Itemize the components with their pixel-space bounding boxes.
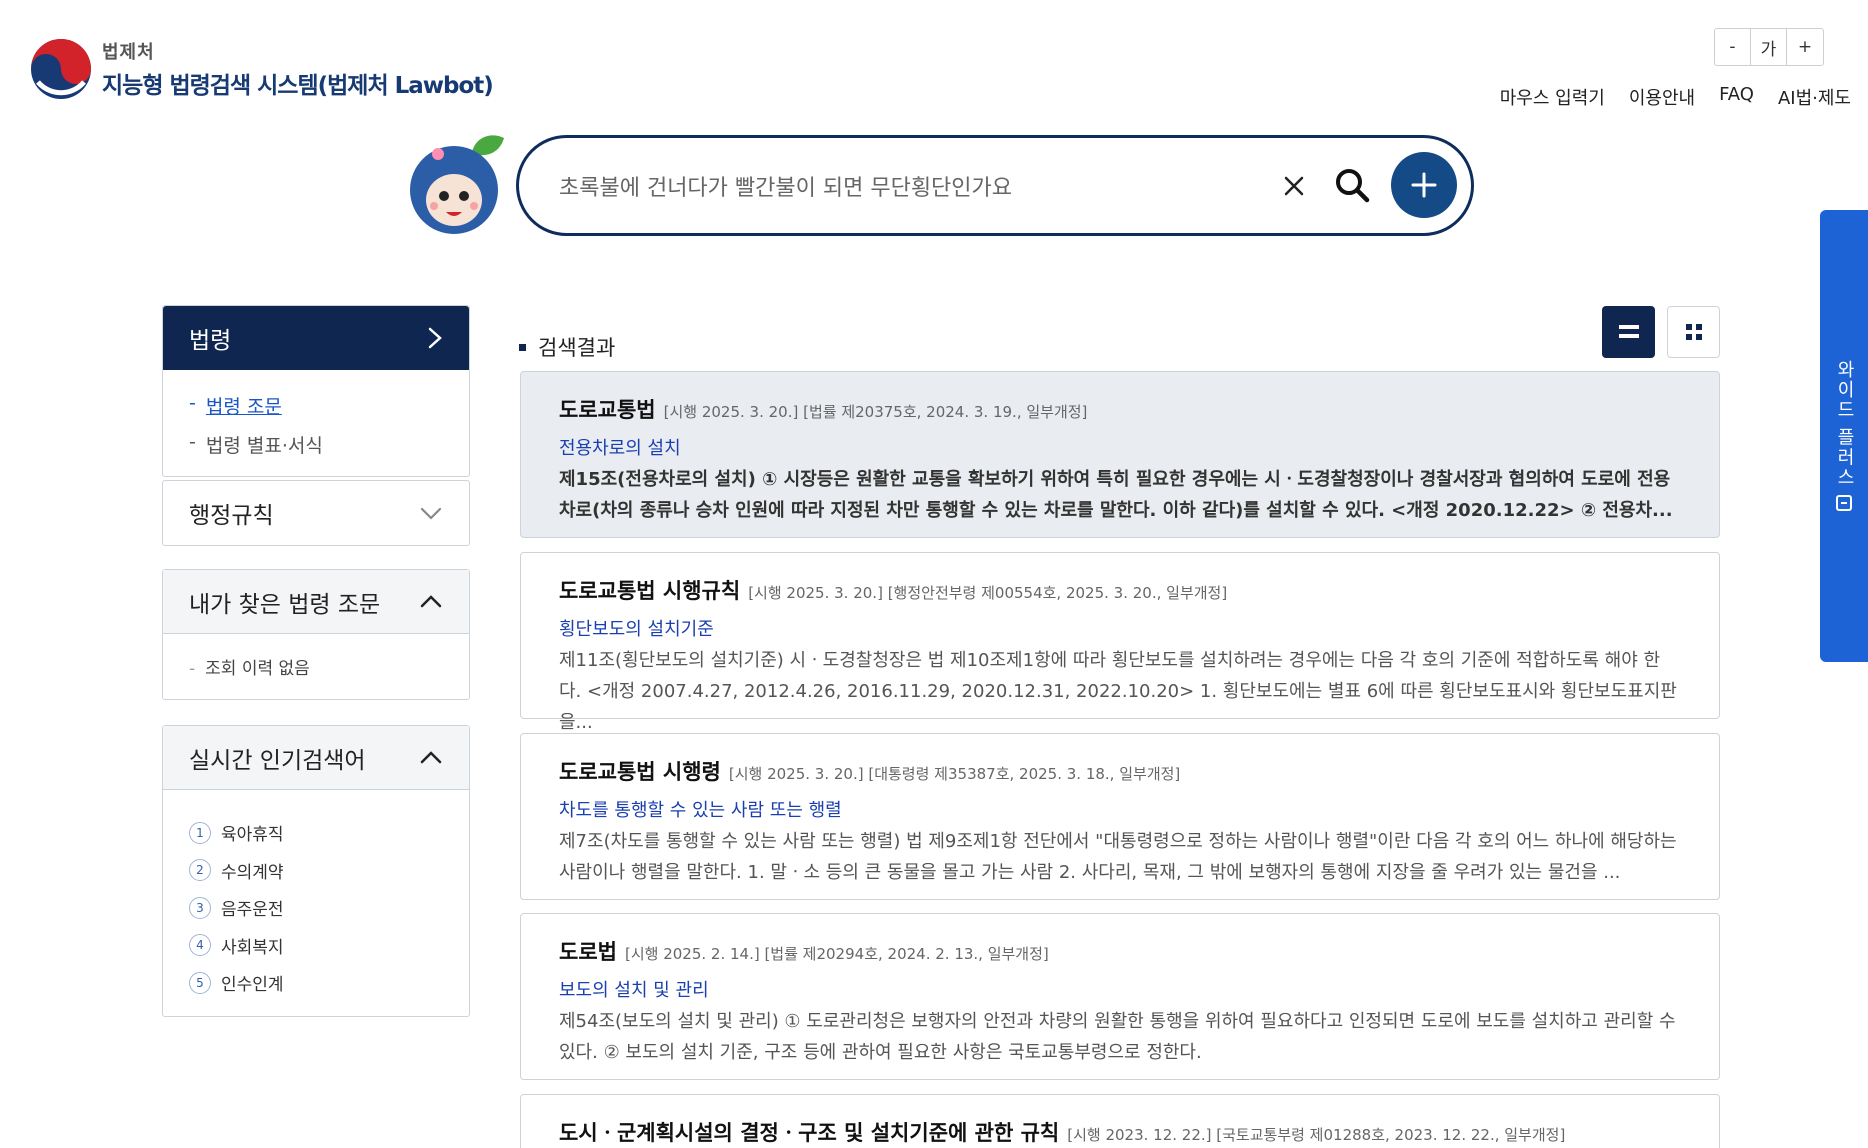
popular-item[interactable]: 2 수의계약 (189, 852, 443, 890)
list-view-icon (1618, 325, 1639, 338)
result-card[interactable]: 도로교통법 시행령 [시행 2025. 3. 20.] [대통령령 제35387호… (520, 733, 1720, 900)
taegeuk-logo-icon (31, 39, 91, 99)
grid-view-icon (1685, 324, 1702, 340)
nav-guide[interactable]: 이용안내 (1629, 84, 1695, 110)
history-panel: 내가 찾은 법령 조문 - 조회 이력 없음 (162, 569, 470, 700)
popular-item[interactable]: 5 인수인계 (189, 964, 443, 1002)
chevron-up-icon (420, 594, 442, 607)
result-law-name: 도로교통법 (559, 398, 656, 422)
font-increase-button[interactable]: + (1787, 29, 1823, 65)
law-panel: 법령 - 법령 조문 - 법령 별표·서식 (162, 305, 470, 477)
close-icon (1284, 176, 1304, 196)
font-size-controls: - 가 + (1714, 28, 1824, 66)
add-button[interactable] (1391, 152, 1457, 218)
history-title: 내가 찾은 법령 조문 (189, 591, 381, 618)
popular-item[interactable]: 3 음주운전 (189, 889, 443, 927)
result-article-title[interactable]: 보도의 설치 및 관리 (559, 976, 1681, 1002)
result-article-text: 제7조(차도를 통행할 수 있는 사람 또는 행렬) 법 제9조제1항 전단에서… (559, 831, 1677, 883)
mascot-icon (410, 135, 504, 234)
search-icon (1336, 169, 1370, 203)
result-law-name: 도시ㆍ군계획시설의 결정ㆍ구조 및 설치기준에 관한 규칙 (559, 1121, 1060, 1145)
law-panel-header[interactable]: 법령 (163, 306, 469, 370)
search-input[interactable] (559, 138, 1259, 233)
result-article-title[interactable]: 횡단보도의 설치기준 (559, 615, 1681, 641)
list-view-button[interactable] (1602, 306, 1655, 358)
nav-ai-law[interactable]: AI법·제도 (1778, 84, 1851, 110)
popular-title: 실시간 인기검색어 (189, 747, 366, 774)
chevron-up-icon (420, 750, 442, 763)
result-law-name: 도로교통법 시행령 (559, 760, 721, 784)
grid-view-button[interactable] (1667, 306, 1720, 358)
admin-rules-header[interactable]: 행정규칙 (163, 481, 469, 545)
popular-panel: 실시간 인기검색어 1 육아휴직 2 수의계약 3 음주운전 4 사회복지 5 인수인계 (162, 725, 470, 1017)
font-default-button[interactable]: 가 (1751, 29, 1787, 65)
admin-rules-title: 행정규칙 (189, 503, 274, 529)
result-article-title[interactable]: 전용차로의 설치 (559, 434, 1681, 460)
result-article-text: 제15조(전용차로의 설치) ① 시장등은 원활한 교통을 확보하기 위하여 특… (559, 469, 1673, 521)
search-button[interactable] (1333, 166, 1373, 206)
result-meta: [시행 2025. 3. 20.] [대통령령 제35387호, 2025. 3… (728, 765, 1181, 783)
result-meta: [시행 2023. 12. 22.] [국토교통부령 제01288호, 2023… (1067, 1126, 1566, 1144)
logo-org: 법제처 (102, 42, 155, 63)
results-title: 검색결과 (519, 332, 615, 362)
font-decrease-button[interactable]: - (1715, 29, 1751, 65)
history-header[interactable]: 내가 찾은 법령 조문 (163, 570, 469, 634)
top-nav: 마우스 입력기 이용안내 FAQ AI법·제도 (1500, 84, 1851, 110)
chevron-right-icon (428, 327, 442, 349)
result-article-text: 제11조(횡단보도의 설치기준) 시ㆍ도경찰청장은 법 제10조제1항에 따라 … (559, 650, 1677, 733)
result-meta: [시행 2025. 3. 20.] [행정안전부령 제00554호, 2025.… (748, 584, 1228, 602)
result-card[interactable]: 도로법 [시행 2025. 2. 14.] [법률 제20294호, 2024. … (520, 913, 1720, 1080)
result-meta: [시행 2025. 2. 14.] [법률 제20294호, 2024. 2. … (624, 945, 1049, 963)
search-box (516, 135, 1474, 236)
admin-rules-panel[interactable]: 행정규칙 (162, 480, 470, 546)
popular-header[interactable]: 실시간 인기검색어 (163, 726, 469, 790)
result-article-title[interactable]: 차도를 통행할 수 있는 사람 또는 행렬 (559, 796, 1681, 822)
law-article-link[interactable]: - 법령 조문 (189, 392, 443, 419)
result-article-text: 제54조(보도의 설치 및 관리) ① 도로관리청은 보행자의 안전과 차량의 … (559, 1011, 1676, 1063)
wide-plus-label: 와이드 플러스 (1834, 360, 1855, 488)
wide-plus-tab[interactable]: 와이드 플러스 (1820, 210, 1868, 662)
nav-mouse-input[interactable]: 마우스 입력기 (1500, 84, 1605, 110)
site-logo[interactable]: 법제처 지능형 법령검색 시스템(법제처 Lawbot) (28, 36, 494, 102)
result-meta: [시행 2025. 3. 20.] [법률 제20375호, 2024. 3. … (663, 403, 1088, 421)
law-appendix-link[interactable]: - 법령 별표·서식 (189, 431, 443, 458)
popular-item[interactable]: 1 육아휴직 (189, 814, 443, 852)
chevron-down-icon (420, 507, 442, 520)
law-panel-title: 법령 (189, 328, 232, 354)
plus-icon (1411, 172, 1437, 198)
history-empty: - 조회 이력 없음 (189, 659, 310, 679)
clear-button[interactable] (1279, 171, 1309, 201)
popular-item[interactable]: 4 사회복지 (189, 927, 443, 965)
result-law-name: 도로법 (559, 940, 617, 964)
nav-faq[interactable]: FAQ (1719, 84, 1754, 110)
result-law-name: 도로교통법 시행규칙 (559, 579, 741, 603)
result-card[interactable]: 도로교통법 [시행 2025. 3. 20.] [법률 제20375호, 2024… (520, 371, 1720, 538)
expand-icon (1836, 494, 1852, 511)
logo-title: 지능형 법령검색 시스템(법제처 Lawbot) (102, 73, 494, 99)
result-card[interactable]: 도시ㆍ군계획시설의 결정ㆍ구조 및 설치기준에 관한 규칙 [시행 2023. 1… (520, 1094, 1720, 1148)
result-card[interactable]: 도로교통법 시행규칙 [시행 2025. 3. 20.] [행정안전부령 제005… (520, 552, 1720, 733)
bullet-icon (519, 343, 526, 351)
